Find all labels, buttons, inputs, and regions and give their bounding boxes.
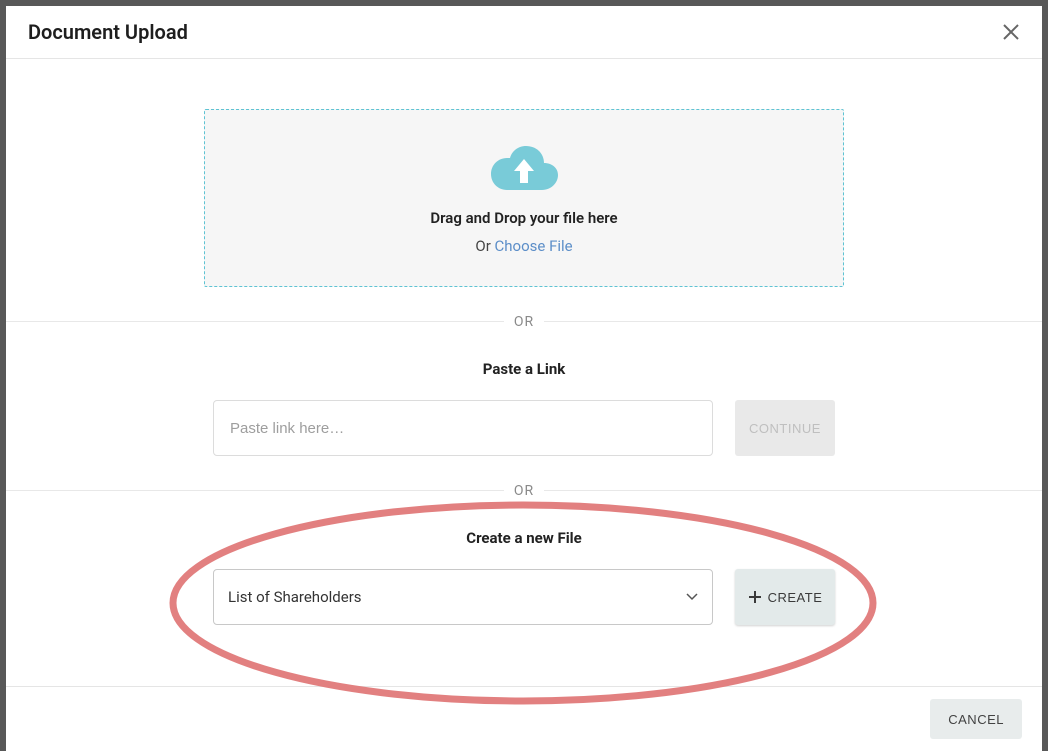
close-button[interactable] xyxy=(1000,21,1022,43)
cloud-upload-icon xyxy=(488,141,560,193)
create-file-title: Create a new File xyxy=(6,529,1042,547)
dropzone-sub-text: Or Choose File xyxy=(475,237,572,255)
create-button-label: CREATE xyxy=(768,590,823,605)
dropzone-main-text: Drag and Drop your file here xyxy=(430,209,617,227)
file-dropzone[interactable]: Drag and Drop your file here Or Choose F… xyxy=(204,109,844,287)
file-type-selected-value: List of Shareholders xyxy=(228,588,362,606)
chevron-down-icon xyxy=(686,593,698,601)
paste-link-input[interactable] xyxy=(213,400,713,456)
document-upload-modal: Document Upload Drag and Drop your file … xyxy=(6,6,1042,751)
close-icon xyxy=(1002,23,1020,41)
or-separator-2: OR xyxy=(504,483,544,499)
modal-header: Document Upload xyxy=(6,6,1042,59)
cancel-button[interactable]: CANCEL xyxy=(930,699,1022,739)
create-button[interactable]: CREATE xyxy=(735,569,835,625)
modal-body: Drag and Drop your file here Or Choose F… xyxy=(6,59,1042,686)
modal-footer: CANCEL xyxy=(6,686,1042,751)
choose-file-link[interactable]: Choose File xyxy=(495,237,573,255)
modal-title: Document Upload xyxy=(28,20,188,44)
paste-link-title: Paste a Link xyxy=(6,360,1042,378)
or-separator: OR xyxy=(504,314,544,330)
continue-button[interactable]: CONTINUE xyxy=(735,400,835,456)
dropzone-or-text: Or xyxy=(475,237,490,255)
file-type-select[interactable]: List of Shareholders xyxy=(213,569,713,625)
plus-icon xyxy=(748,590,762,604)
